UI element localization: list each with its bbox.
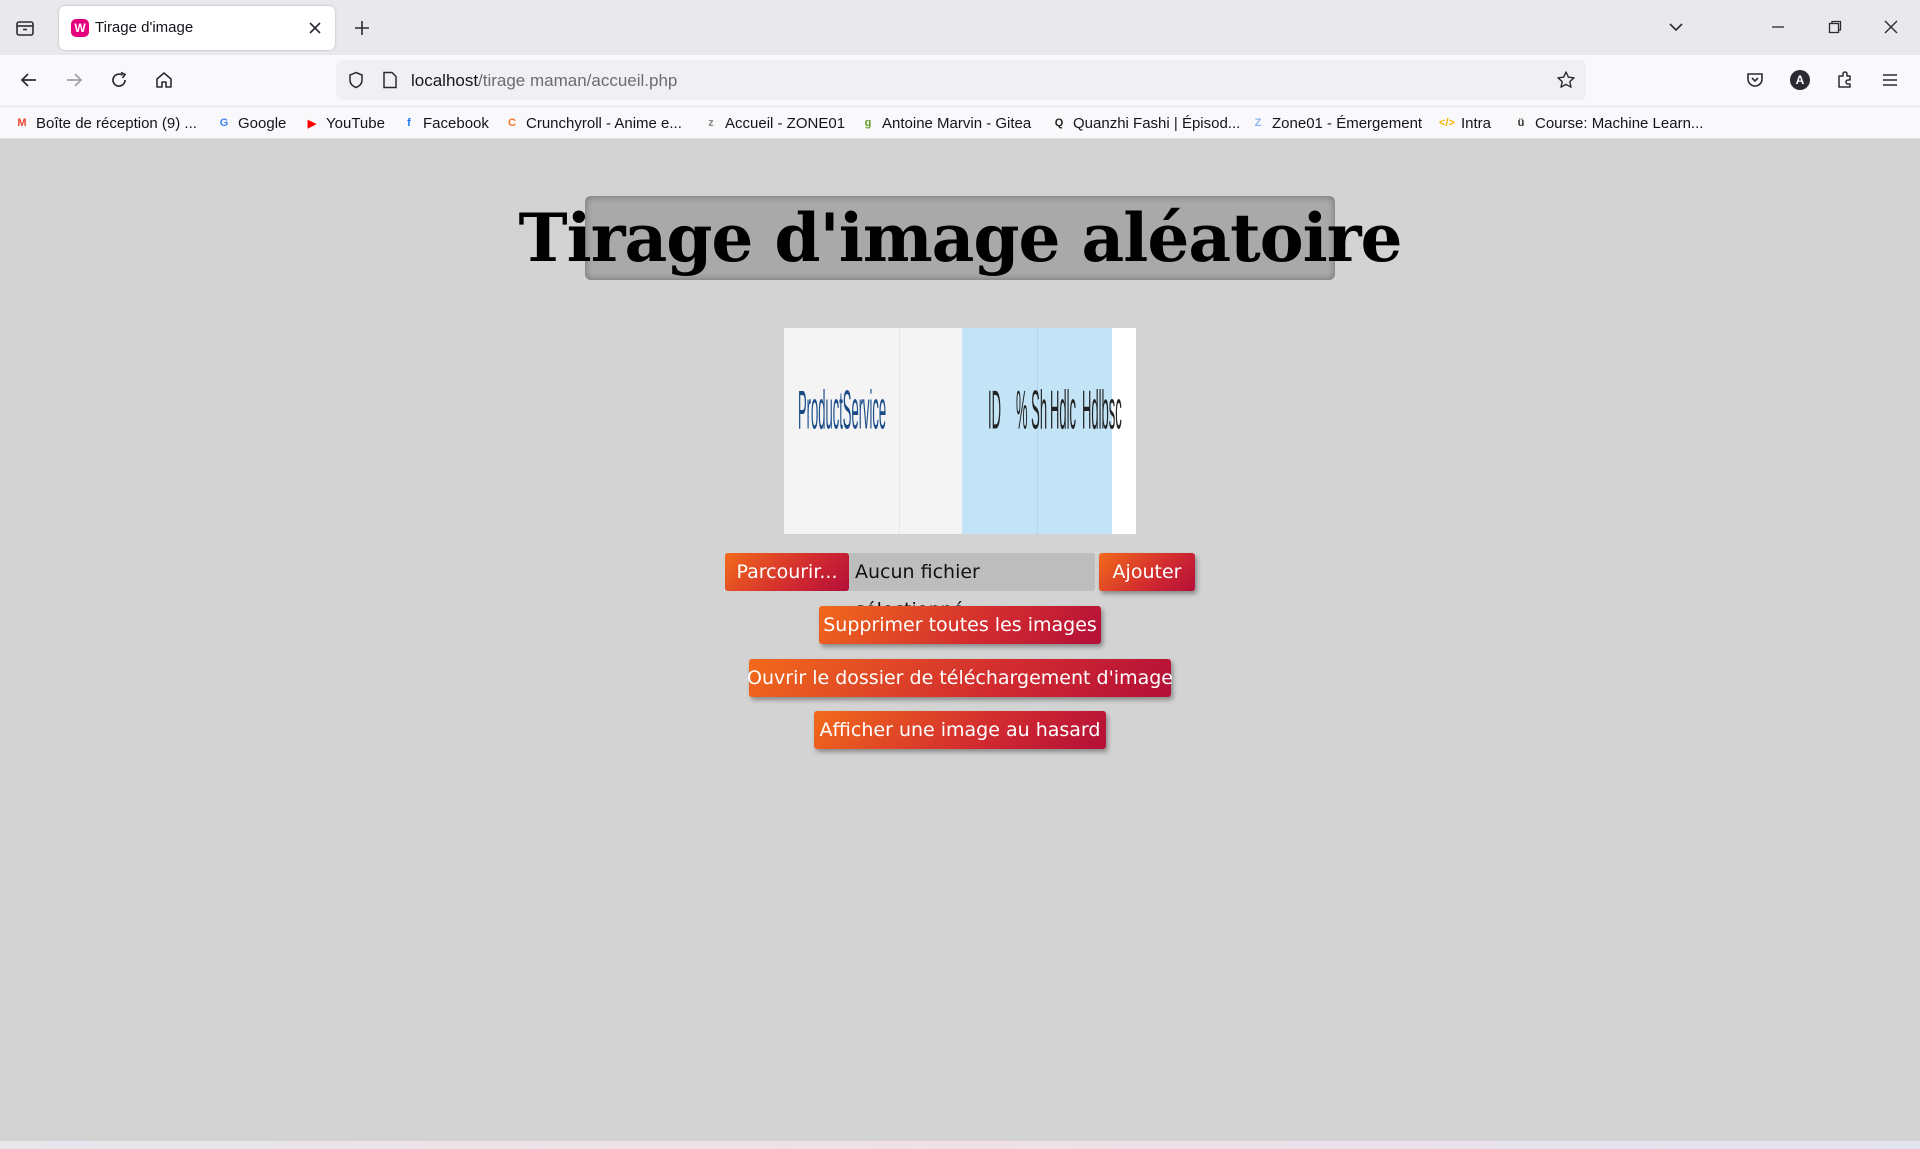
account-initial: A (1790, 70, 1810, 90)
shield-icon[interactable] (342, 66, 370, 94)
tab-title: Tirage d'image (95, 19, 194, 36)
bookmark-item[interactable]: ▶ YouTube (304, 112, 385, 134)
course-icon: ü (1517, 117, 1525, 129)
page-content: Tirage d'image aléatoire ProductService … (0, 139, 1920, 1142)
image-text-product-service: ProductService (798, 378, 887, 441)
bookmark-item[interactable]: </> Intra (1439, 112, 1491, 134)
browser-chrome: W Tirage d'image localhost /tirage maman… (0, 0, 1920, 139)
bookmark-item[interactable]: z Accueil - ZONE01 (703, 112, 845, 134)
tab-active[interactable]: W Tirage d'image (59, 6, 335, 50)
extensions-puzzle-icon[interactable] (1828, 63, 1862, 97)
zone01-emergement-icon: Z (1254, 117, 1262, 129)
bottom-edge (0, 1141, 1920, 1149)
bookmark-label: Accueil - ZONE01 (725, 114, 846, 132)
tab-bar: W Tirage d'image (0, 0, 1920, 55)
open-download-folder-button[interactable]: Ouvrir le dossier de téléchargement d'im… (747, 659, 1173, 697)
zone01-icon: z (708, 117, 714, 129)
image-divider (899, 328, 900, 534)
bookmark-label: Antoine Marvin - Gitea (882, 114, 1032, 132)
bookmark-star-icon[interactable] (1552, 66, 1580, 94)
bookmark-label: Facebook (423, 114, 489, 132)
crunchyroll-icon: C (508, 117, 516, 129)
bookmark-item[interactable]: C Crunchyroll - Anime e... (504, 112, 682, 134)
bookmark-item[interactable]: Q Quanzhi Fashi | Épisod... (1051, 112, 1241, 134)
hamburger-menu-icon[interactable] (1873, 63, 1907, 97)
restore-icon[interactable] (1812, 10, 1858, 44)
bookmark-label: Intra (1461, 114, 1492, 132)
pocket-icon[interactable] (1738, 63, 1772, 97)
bookmark-item[interactable]: G Google (216, 112, 287, 134)
home-icon[interactable] (147, 63, 181, 97)
bookmark-label: Boîte de réception (9) ... (36, 114, 197, 132)
gmail-icon: M (17, 117, 27, 129)
show-random-image-button[interactable]: Afficher une image au hasard (814, 711, 1106, 749)
bookmark-item[interactable]: f Facebook (401, 112, 489, 134)
code-icon: </> (1439, 117, 1455, 129)
delete-all-images-button[interactable]: Supprimer toutes les images (819, 606, 1101, 644)
image-text-hdlbsc: Hdlbsc (1082, 378, 1122, 441)
bookmark-label: YouTube (326, 114, 385, 132)
bookmark-item[interactable]: g Antoine Marvin - Gitea (860, 112, 1032, 134)
add-button[interactable]: Ajouter (1099, 553, 1195, 591)
bookmark-item[interactable]: M Boîte de réception (9) ... (14, 112, 197, 134)
random-image: ProductService ID % Sh Hdlc Hdlbsc (784, 328, 1136, 534)
file-status-text: Aucun fichier sélectionné. (855, 561, 980, 621)
url-bar[interactable]: localhost /tirage maman/accueil.php (336, 60, 1586, 100)
image-text-hdlc: Hdlc (1050, 378, 1077, 441)
youtube-icon: ▶ (307, 117, 317, 130)
minimize-icon[interactable] (1755, 10, 1801, 44)
url-host: localhost (411, 71, 479, 90)
tab-list-icon[interactable] (8, 12, 42, 44)
page-icon[interactable] (376, 66, 404, 94)
image-text-id: ID (988, 378, 1001, 441)
bookmarks-toolbar: M Boîte de réception (9) ... G Google ▶ YouTu… (0, 108, 1920, 139)
bookmark-label: Course: Machine Learn... (1535, 114, 1704, 132)
image-text-sh: % Sh (1016, 378, 1048, 441)
page-title: Tirage d'image aléatoire (518, 199, 1403, 277)
bookmark-item[interactable]: Z Zone01 - Émergement (1250, 112, 1422, 134)
title-box: Tirage d'image aléatoire (519, 196, 1402, 280)
gitea-icon: g (864, 117, 872, 129)
bookmark-label: Zone01 - Émergement (1272, 114, 1423, 132)
tab-close-icon[interactable] (303, 16, 327, 40)
reload-icon[interactable] (102, 63, 136, 97)
window-close-icon[interactable] (1868, 10, 1914, 44)
new-tab-plus-icon[interactable] (346, 12, 378, 44)
facebook-icon: f (407, 117, 411, 129)
back-arrow-icon[interactable] (12, 63, 46, 97)
quanzhi-icon: Q (1054, 117, 1064, 129)
browse-button[interactable]: Parcourir... (725, 553, 849, 591)
forward-arrow-icon[interactable] (57, 63, 91, 97)
wamp-favicon-icon: W (71, 19, 89, 37)
file-input[interactable]: Parcourir... Aucun fichier sélectionné. (725, 553, 1095, 621)
navigation-bar: localhost /tirage maman/accueil.php A (0, 55, 1920, 105)
bookmark-label: Quanzhi Fashi | Épisod... (1073, 114, 1241, 132)
bookmark-label: Crunchyroll - Anime e... (526, 114, 682, 132)
bookmark-item[interactable]: ü Course: Machine Learn... (1513, 112, 1704, 134)
chevron-down-icon[interactable] (1660, 12, 1692, 42)
google-icon: G (219, 117, 229, 129)
url-path: /tirage maman/accueil.php (478, 71, 678, 90)
bookmark-label: Google (238, 114, 287, 132)
account-avatar-icon[interactable]: A (1783, 63, 1817, 97)
